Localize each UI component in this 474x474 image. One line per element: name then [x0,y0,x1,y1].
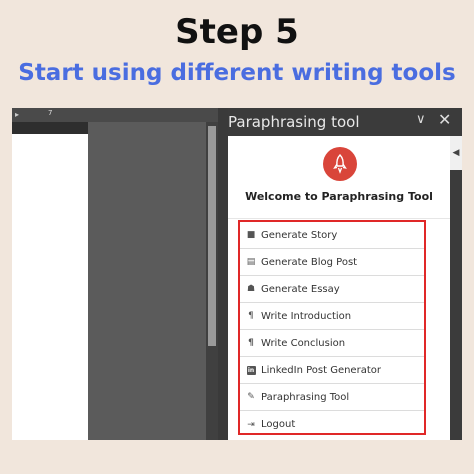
menu-item-paraphrasing-tool[interactable]: ✎ Paraphrasing Tool [240,384,424,411]
menu-item-write-introduction[interactable]: ¶ Write Introduction [240,303,424,330]
chevron-down-icon[interactable]: ∨ [416,112,426,127]
menu-item-label: Paraphrasing Tool [261,391,350,403]
vertical-scrollbar[interactable] [206,122,218,440]
rocket-logo-icon [323,147,357,181]
collapse-panel-button[interactable]: ◀ [450,136,462,170]
menu-item-linkedin-post-generator[interactable]: in LinkedIn Post Generator [240,357,424,384]
panel-header: Paraphrasing tool ∨ ✕ [228,108,462,136]
menu-item-label: Generate Story [261,229,338,241]
app-screenshot: ▸ 7 Paraphrasing tool ∨ ✕ Welcome to Par… [12,108,462,440]
step-title: Step 5 [175,12,299,52]
book-icon: ■ [246,230,256,240]
document-background [88,122,206,440]
add-in-panel: Paraphrasing tool ∨ ✕ Welcome to Paraphr… [228,108,462,440]
panel-title: Paraphrasing tool [228,113,360,131]
pane-separator [218,108,228,440]
pilcrow-bold-icon: ¶ [248,338,254,348]
tab-stop-icon[interactable]: ▸ [15,110,19,119]
linkedin-icon: in [246,366,256,375]
reader-icon: ☗ [246,284,256,294]
logout-icon: ⇥ [247,419,255,430]
menu-item-label: Write Conclusion [261,337,346,349]
menu-item-label: LinkedIn Post Generator [261,364,381,376]
menu-item-label: Generate Essay [261,283,340,295]
divider [228,218,450,219]
menu-item-generate-essay[interactable]: ☗ Generate Essay [240,276,424,303]
document-icon: ▤ [246,257,256,267]
menu-item-label: Write Introduction [261,310,352,322]
scrollbar-thumb[interactable] [208,126,216,346]
pilcrow-icon: ¶ [248,311,254,321]
ruler-number: 7 [48,109,53,117]
document-page[interactable] [12,134,88,440]
menu-item-label: Logout [261,419,296,430]
tool-menu: ■ Generate Story ▤ Generate Blog Post ☗ … [238,220,426,435]
panel-body: Welcome to Paraphrasing Tool ■ Generate … [228,136,450,440]
menu-item-generate-story[interactable]: ■ Generate Story [240,222,424,249]
menu-item-logout[interactable]: ⇥ Logout [240,411,424,438]
ruler: ▸ 7 [12,108,218,122]
step-subtitle: Start using different writing tools [18,60,456,86]
menu-item-label: Generate Blog Post [261,256,358,268]
menu-item-write-conclusion[interactable]: ¶ Write Conclusion [240,330,424,357]
pencil-icon: ✎ [247,392,255,402]
welcome-heading: Welcome to Paraphrasing Tool [245,190,433,203]
close-icon[interactable]: ✕ [438,110,451,129]
menu-item-generate-blog-post[interactable]: ▤ Generate Blog Post [240,249,424,276]
